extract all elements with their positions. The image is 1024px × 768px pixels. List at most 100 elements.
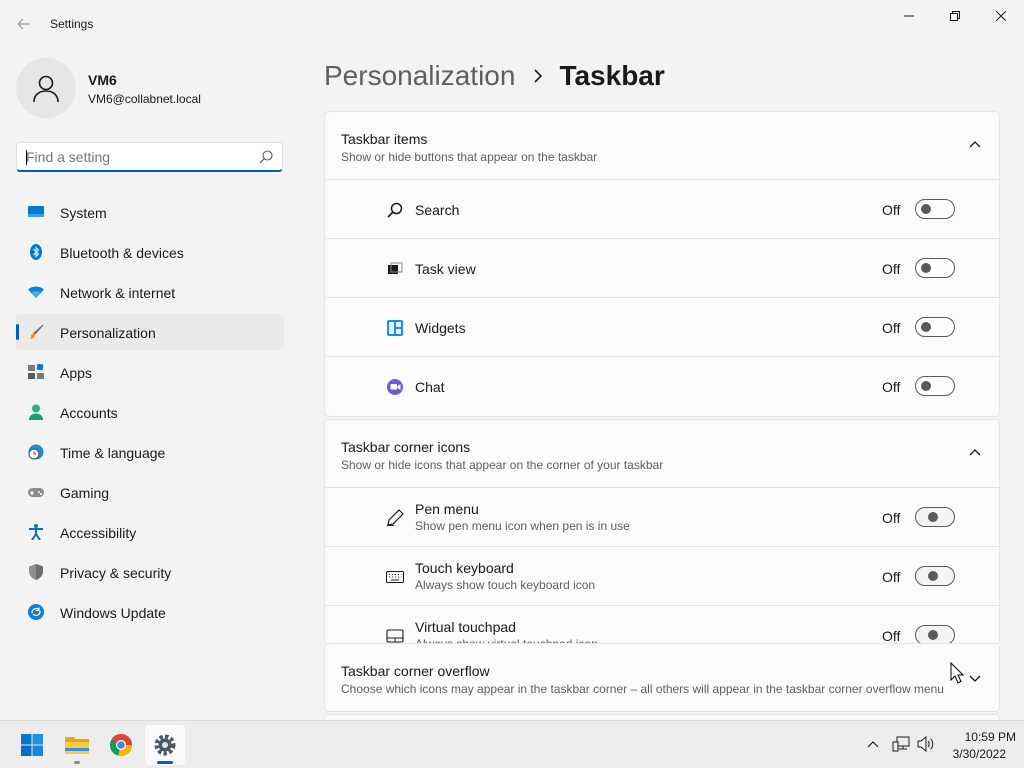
sidebar-item-apps[interactable]: Apps: [16, 354, 284, 390]
network-tray-icon[interactable]: [892, 735, 910, 753]
show-hidden-icons-button[interactable]: [864, 735, 882, 753]
setting-label: Task view: [415, 261, 476, 277]
windows-taskbar: 10:59 PM 3/30/2022: [0, 720, 1024, 768]
sidebar-item-privacy[interactable]: Privacy & security: [16, 554, 284, 590]
gear-icon: [154, 734, 176, 756]
chat-icon: [387, 379, 403, 395]
keyboard-icon: [386, 571, 404, 583]
sidebar-item-label: Privacy & security: [60, 565, 172, 581]
section-title: Taskbar corner overflow: [341, 663, 490, 679]
setting-row-pen-menu: Pen menu Show pen menu icon when pen is …: [325, 488, 999, 547]
sidebar-item-time-language[interactable]: Time & language: [16, 434, 284, 470]
wired-network-icon: [892, 736, 910, 752]
chrome-button[interactable]: [101, 725, 141, 765]
toggle-state-text: Off: [882, 320, 901, 336]
file-explorer-button[interactable]: [57, 725, 97, 765]
sidebar-item-label: Network & internet: [60, 285, 176, 301]
chevron-down-icon[interactable]: [968, 673, 982, 683]
setting-label: Touch keyboard: [415, 560, 514, 576]
bluetooth-icon: [30, 244, 42, 260]
taskbar-items-header[interactable]: Taskbar items Show or hide buttons that …: [325, 112, 999, 180]
setting-row-task-view: Task view Off: [325, 239, 999, 298]
widgets-toggle[interactable]: [915, 317, 955, 337]
close-button[interactable]: [978, 0, 1024, 32]
search-toggle[interactable]: [915, 199, 955, 219]
back-button[interactable]: [8, 8, 40, 40]
user-name: VM6: [88, 72, 117, 88]
taskbar-corner-overflow-section[interactable]: Taskbar corner overflow Choose which ico…: [324, 643, 1000, 712]
toggle-knob: [928, 512, 938, 522]
accessibility-icon: [29, 524, 43, 540]
taskbar-corner-icons-header[interactable]: Taskbar corner icons Show or hide icons …: [325, 420, 999, 488]
user-email: VM6@collabnet.local: [88, 92, 201, 106]
settings-search-box[interactable]: [16, 142, 283, 172]
task-view-toggle[interactable]: [915, 258, 955, 278]
chat-toggle[interactable]: [915, 376, 955, 396]
sidebar-item-personalization[interactable]: Personalization: [16, 314, 284, 350]
virtual-touchpad-toggle[interactable]: [915, 625, 955, 644]
volume-tray-icon[interactable]: [917, 735, 935, 753]
monitor-icon: [28, 206, 44, 217]
touch-keyboard-toggle[interactable]: [915, 566, 955, 586]
setting-row-search: Search Off: [325, 180, 999, 239]
minimize-icon: [904, 15, 914, 17]
minimize-button[interactable]: [886, 0, 932, 32]
search-icon: [387, 202, 403, 218]
settings-app-button[interactable]: [145, 725, 185, 765]
sidebar-item-gaming[interactable]: Gaming: [16, 474, 284, 510]
widgets-icon: [387, 320, 403, 336]
pen-menu-toggle[interactable]: [915, 507, 955, 527]
setting-row-touch-keyboard: Touch keyboard Always show touch keyboar…: [325, 547, 999, 606]
sidebar-item-label: Apps: [60, 365, 92, 381]
restore-button[interactable]: [932, 0, 978, 32]
clock-time[interactable]: 10:59 PM: [940, 730, 1016, 744]
sidebar-item-network[interactable]: Network & internet: [16, 274, 284, 310]
breadcrumb-parent[interactable]: Personalization: [324, 60, 515, 92]
back-arrow-icon: [17, 18, 30, 30]
setting-description: Show pen menu icon when pen is in use: [415, 519, 630, 533]
chevron-up-icon[interactable]: [968, 140, 982, 150]
search-icon[interactable]: [258, 149, 274, 165]
toggle-knob: [921, 381, 931, 391]
chevron-up-icon[interactable]: [968, 448, 982, 458]
close-icon: [996, 11, 1006, 21]
sidebar-item-system[interactable]: System: [16, 194, 284, 230]
setting-row-widgets: Widgets Off: [325, 298, 999, 357]
search-input[interactable]: [26, 148, 246, 166]
wifi-icon: [28, 286, 44, 298]
section-title: Taskbar items: [341, 131, 428, 147]
sidebar-item-windows-update[interactable]: Windows Update: [16, 594, 284, 630]
toggle-knob: [928, 630, 938, 640]
section-subtitle: Show or hide buttons that appear on the …: [341, 150, 598, 164]
setting-label: Chat: [415, 379, 445, 395]
setting-label: Widgets: [415, 320, 466, 336]
sidebar-item-label: Windows Update: [60, 605, 166, 621]
update-icon: [28, 604, 44, 620]
sidebar-item-bluetooth[interactable]: Bluetooth & devices: [16, 234, 284, 270]
sidebar-item-label: Bluetooth & devices: [60, 245, 184, 261]
app-title: Settings: [50, 17, 94, 31]
pen-icon: [386, 509, 404, 527]
sidebar-item-accounts[interactable]: Accounts: [16, 394, 284, 430]
speaker-icon: [917, 736, 934, 752]
chrome-icon: [110, 734, 133, 757]
toggle-state-text: Off: [882, 202, 901, 218]
page-title: Taskbar: [559, 60, 665, 91]
taskbar-corner-icons-section: Taskbar corner icons Show or hide icons …: [324, 419, 1000, 645]
mouse-cursor-icon: [950, 662, 964, 684]
apps-icon: [28, 364, 44, 379]
person-icon: [29, 404, 43, 420]
start-button[interactable]: [12, 725, 52, 765]
gamepad-icon: [28, 488, 44, 497]
clock-date[interactable]: 3/30/2022: [940, 747, 1006, 761]
task-view-icon: [388, 262, 403, 274]
sidebar-item-accessibility[interactable]: Accessibility: [16, 514, 284, 550]
person-icon: [33, 75, 59, 103]
text-caret: [26, 150, 27, 165]
section-title: Taskbar corner icons: [341, 439, 471, 455]
chevron-up-icon: [867, 741, 879, 748]
toggle-knob: [921, 263, 931, 273]
sidebar-item-label: Time & language: [60, 445, 166, 461]
toggle-state-text: Off: [882, 379, 901, 395]
setting-label: Virtual touchpad: [415, 619, 516, 635]
